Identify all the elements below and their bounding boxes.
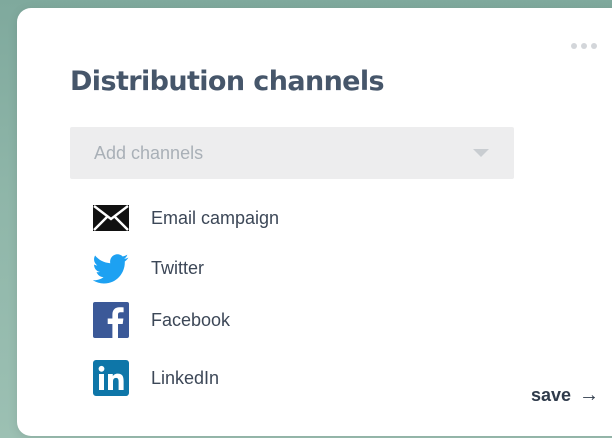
channel-label: Twitter <box>151 258 205 278</box>
channel-label: Facebook <box>151 310 231 330</box>
facebook-icon <box>93 302 129 338</box>
add-channels-placeholder: Add channels <box>94 143 204 163</box>
envelope-icon <box>93 205 129 231</box>
channel-item-facebook[interactable]: Facebook <box>93 302 353 338</box>
more-dot <box>571 43 577 49</box>
channel-item-twitter[interactable]: Twitter <box>93 250 353 286</box>
channel-label: Email campaign <box>151 208 280 228</box>
distribution-channels-panel: Distribution channels Add channels Email… <box>17 8 612 436</box>
page-title: Distribution channels <box>70 66 385 97</box>
channel-label: LinkedIn <box>151 368 220 388</box>
more-dot <box>581 43 587 49</box>
chevron-down-icon <box>473 149 489 157</box>
arrow-right-icon: → <box>579 384 600 406</box>
twitter-icon <box>93 254 129 284</box>
channel-item-email[interactable]: Email campaign <box>93 200 353 236</box>
save-button[interactable]: save → <box>531 384 599 407</box>
more-dot <box>591 43 597 49</box>
linkedin-icon <box>93 360 129 396</box>
save-label: save <box>531 385 572 405</box>
channel-item-linkedin[interactable]: LinkedIn <box>93 360 353 396</box>
add-channels-dropdown[interactable]: Add channels <box>70 127 514 179</box>
more-horizontal-icon[interactable] <box>571 43 597 49</box>
